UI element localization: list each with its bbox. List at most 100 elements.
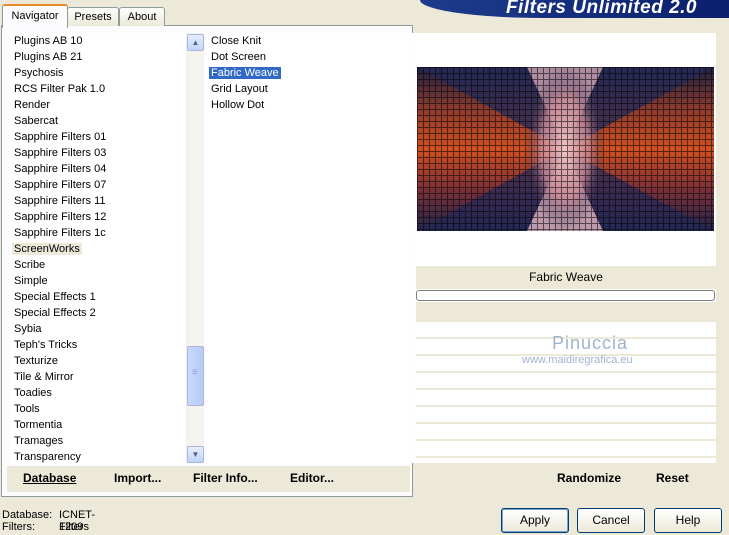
list-item-label: Sapphire Filters 07: [14, 179, 107, 191]
list-item-label: ScreenWorks: [12, 243, 82, 255]
help-button[interactable]: Help: [654, 508, 722, 533]
parameter-row[interactable]: [416, 441, 716, 458]
preview-image: [417, 67, 714, 231]
category-scrollbar[interactable]: ▲ ▼: [186, 33, 204, 463]
filter-list[interactable]: Close Knit Dot Screen Fabric Weave Grid Lay…: [207, 33, 410, 464]
list-item[interactable]: Sapphire Filters 04: [10, 161, 186, 177]
status-database: Database: ICNET-Filters: [2, 509, 95, 533]
list-item-label: Simple: [14, 275, 48, 287]
list-item-label: Sapphire Filters 1c: [14, 227, 106, 239]
list-item-label: Tools: [14, 403, 40, 415]
list-item[interactable]: Grid Layout: [207, 81, 410, 97]
list-item[interactable]: Sybia: [10, 321, 186, 337]
cancel-button[interactable]: Cancel: [577, 508, 645, 533]
status-filters: Filters: 1209: [2, 521, 83, 533]
list-item[interactable]: Texturize: [10, 353, 186, 369]
list-item-label: Psychosis: [14, 67, 64, 79]
list-item[interactable]: Sapphire Filters 07: [10, 177, 186, 193]
parameter-row[interactable]: [416, 373, 716, 390]
list-item[interactable]: Psychosis: [10, 65, 186, 81]
tab-navigator[interactable]: Navigator: [2, 4, 68, 28]
tab-presets[interactable]: Presets: [67, 7, 119, 26]
apply-button[interactable]: Apply: [501, 508, 569, 533]
category-list[interactable]: Plugins AB 10 Plugins AB 21 Psychosis RCS F…: [10, 33, 186, 464]
watermark-name: Pinuccia: [552, 333, 629, 353]
list-item-label: Close Knit: [211, 35, 262, 47]
list-item[interactable]: Sabercat: [10, 113, 186, 129]
list-item-label: Hollow Dot: [211, 99, 265, 111]
app-title: Filters Unlimited 2.0: [505, 0, 697, 18]
parameter-row[interactable]: [416, 390, 716, 407]
parameter-row[interactable]: [416, 424, 716, 441]
tab-about[interactable]: About: [119, 7, 165, 26]
list-item[interactable]: Toadies: [10, 385, 186, 401]
list-item[interactable]: Tile & Mirror: [10, 369, 186, 385]
list-item-label: Sapphire Filters 01: [14, 131, 107, 143]
list-item[interactable]: Tormentia: [10, 417, 186, 433]
list-item-label: Sapphire Filters 03: [14, 147, 107, 159]
list-item[interactable]: ScreenWorks: [10, 241, 186, 257]
list-item-label: Plugins AB 10: [14, 35, 83, 47]
list-item[interactable]: Plugins AB 10: [10, 33, 186, 49]
list-item-label: Dot Screen: [211, 51, 267, 63]
list-item[interactable]: Hollow Dot: [207, 97, 410, 113]
list-item-label: Tile & Mirror: [14, 371, 74, 383]
list-item[interactable]: Tramages: [10, 433, 186, 449]
watermark-url: www.maidiregrafica.eu: [522, 354, 633, 366]
list-item-label: Tormentia: [14, 419, 63, 431]
list-item-label: Sabercat: [14, 115, 59, 127]
preview-filter-name: Fabric Weave: [416, 266, 716, 289]
scroll-thumb[interactable]: [187, 346, 204, 406]
status-filters-label: Filters:: [2, 521, 35, 533]
scroll-up-button[interactable]: ▲: [187, 34, 204, 51]
list-item-label: Teph's Tricks: [14, 339, 78, 351]
list-item[interactable]: Tools: [10, 401, 186, 417]
list-item[interactable]: Simple: [10, 273, 186, 289]
list-item[interactable]: Sapphire Filters 1c: [10, 225, 186, 241]
list-item[interactable]: Special Effects 1: [10, 289, 186, 305]
list-item[interactable]: Scribe: [10, 257, 186, 273]
list-item[interactable]: Sapphire Filters 03: [10, 145, 186, 161]
list-item-label: Transparency: [14, 451, 81, 463]
list-item[interactable]: RCS Filter Pak 1.0: [10, 81, 186, 97]
list-item-label: Special Effects 1: [14, 291, 96, 303]
app-banner: Filters Unlimited 2.0: [420, 0, 729, 18]
list-item[interactable]: Sapphire Filters 12: [10, 209, 186, 225]
list-item[interactable]: Fabric Weave: [207, 65, 410, 81]
list-item[interactable]: Sapphire Filters 01: [10, 129, 186, 145]
status-filters-value: 1209: [59, 521, 84, 533]
right-command-bar: Randomize Reset: [416, 466, 716, 492]
list-item[interactable]: Close Knit: [207, 33, 410, 49]
list-item[interactable]: Sapphire Filters 11: [10, 193, 186, 209]
randomize-button[interactable]: Randomize: [557, 471, 621, 485]
list-item[interactable]: Plugins AB 21: [10, 49, 186, 65]
list-item-label: Toadies: [14, 387, 52, 399]
list-item[interactable]: Render: [10, 97, 186, 113]
list-item-label: Tramages: [14, 435, 64, 447]
import-button[interactable]: Import...: [114, 471, 161, 485]
list-item-label: Plugins AB 21: [14, 51, 83, 63]
list-item-label: Grid Layout: [211, 83, 268, 95]
left-command-bar: Database Import... Filter Info... Editor…: [7, 466, 410, 492]
reset-button[interactable]: Reset: [656, 471, 689, 485]
list-item-label: Texturize: [14, 355, 59, 367]
list-item[interactable]: Special Effects 2: [10, 305, 186, 321]
list-item-label: Special Effects 2: [14, 307, 96, 319]
scroll-down-button[interactable]: ▼: [187, 446, 204, 463]
parameter-row[interactable]: [416, 407, 716, 424]
filter-info-button[interactable]: Filter Info...: [193, 471, 258, 485]
list-item-label: Fabric Weave: [209, 67, 281, 79]
list-item-label: RCS Filter Pak 1.0: [14, 83, 106, 95]
list-item[interactable]: Teph's Tricks: [10, 337, 186, 353]
list-item[interactable]: Dot Screen: [207, 49, 410, 65]
list-item[interactable]: Transparency: [10, 449, 186, 465]
list-item-label: Sapphire Filters 12: [14, 211, 107, 223]
status-database-label: Database:: [2, 509, 53, 521]
database-button[interactable]: Database: [23, 471, 76, 485]
list-item-label: Sapphire Filters 11: [14, 195, 106, 207]
list-item-label: Sybia: [14, 323, 42, 335]
list-item-label: Scribe: [14, 259, 46, 271]
editor-button[interactable]: Editor...: [290, 471, 334, 485]
list-item-label: Render: [14, 99, 51, 111]
slider-panel: [416, 302, 716, 322]
